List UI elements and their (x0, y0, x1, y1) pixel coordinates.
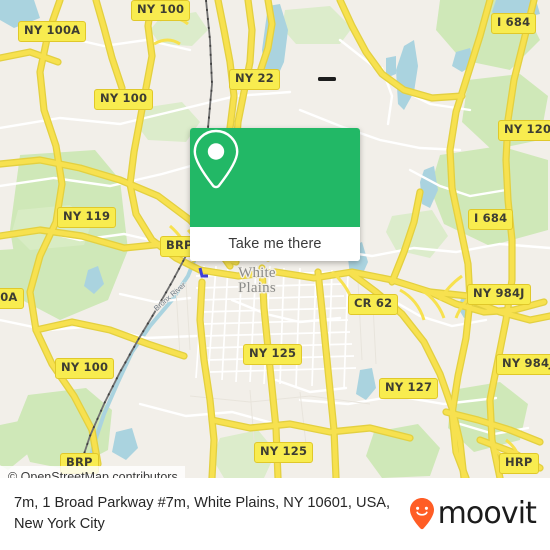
road-shield: NY 100A (18, 21, 87, 42)
road-shield: NY 127 (379, 378, 439, 399)
moovit-logo[interactable]: moovit (409, 497, 540, 531)
road-shield: HRP (499, 453, 539, 474)
map-dark-mark (318, 77, 336, 81)
moovit-wordmark: moovit (437, 496, 537, 531)
map-canvas[interactable]: White Plains Bronx River NY 100 NY 100A NY… (0, 0, 550, 478)
road-shield: I 684 (491, 13, 537, 34)
footer-bar: 7m, 1 Broad Parkway #7m, White Plains, N… (0, 478, 550, 550)
road-shield: NY 125 (254, 442, 314, 463)
road-shield: NY 125 (243, 344, 303, 365)
road-shield: NY 100 (55, 358, 115, 379)
address-text: 7m, 1 Broad Parkway #7m, White Plains, N… (14, 495, 391, 532)
map-attribution[interactable]: © OpenStreetMap contributors (0, 466, 185, 478)
road-shield: 00A (0, 288, 24, 309)
road-shield: NY 100 (94, 89, 154, 110)
take-me-there-button[interactable]: Take me there (190, 227, 360, 261)
road-shield: I 684 (468, 209, 514, 230)
card-header (190, 128, 360, 227)
map-pin-icon (193, 129, 239, 189)
road-shield: NY 100 (131, 0, 191, 21)
moovit-pin-smiley-icon (409, 498, 434, 530)
take-me-there-label: Take me there (228, 236, 322, 252)
attribution-text: © OpenStreetMap contributors (8, 469, 178, 479)
road-shield: CR 62 (348, 294, 399, 315)
road-shield: NY 119 (57, 207, 117, 228)
moovit-location-card-screen: White Plains Bronx River NY 100 NY 100A NY… (0, 0, 550, 550)
road-shield: NY 22 (229, 69, 280, 90)
road-shield: NY 984J (496, 354, 550, 375)
road-shield: NY 120 (498, 120, 550, 141)
location-callout-card[interactable]: Take me there (190, 128, 360, 261)
road-shield: NY 984J (467, 284, 531, 305)
